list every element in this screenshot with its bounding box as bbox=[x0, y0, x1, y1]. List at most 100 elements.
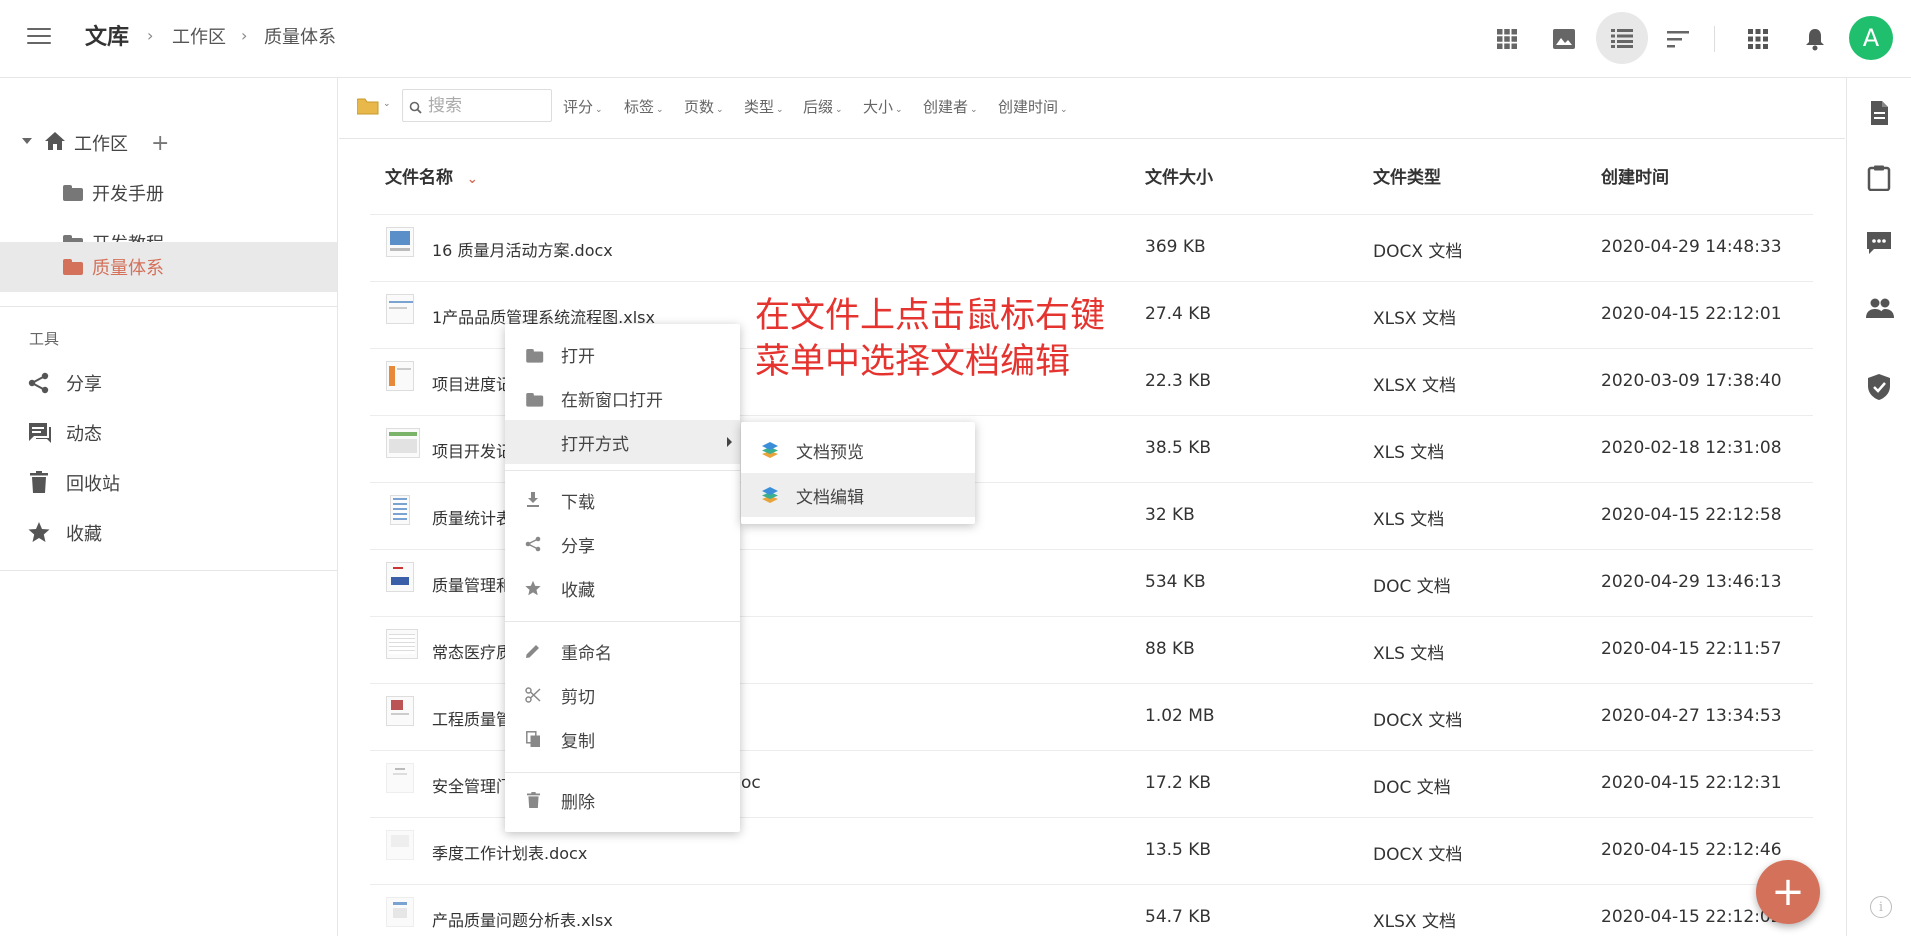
file-time: 2020-04-15 22:12:31 bbox=[1601, 773, 1782, 793]
file-size: 38.5 KB bbox=[1145, 438, 1212, 458]
download-icon bbox=[524, 491, 542, 509]
column-header-type[interactable]: 文件类型 bbox=[1373, 163, 1441, 188]
sidebar-item-dev-manual[interactable]: 开发手册 bbox=[0, 168, 337, 218]
menu-item-label: 剪切 bbox=[561, 687, 595, 708]
menu-item-label: 重命名 bbox=[561, 643, 612, 664]
menu-item-open-with[interactable]: 打开方式 bbox=[505, 420, 740, 464]
apps-icon[interactable] bbox=[1741, 22, 1775, 56]
file-time: 2020-04-29 14:48:33 bbox=[1601, 237, 1782, 257]
file-type: XLSX 文档 bbox=[1373, 309, 1456, 329]
activity-icon bbox=[28, 422, 52, 449]
submenu-item-edit[interactable]: 文档编辑 bbox=[741, 473, 975, 517]
sidebar-item-trash[interactable]: 回收站 bbox=[0, 458, 337, 508]
menu-divider bbox=[505, 772, 740, 773]
avatar[interactable]: A bbox=[1849, 16, 1893, 60]
menu-item-copy[interactable]: 复制 bbox=[505, 717, 740, 761]
filter-size[interactable]: 大小 ⌄ bbox=[863, 96, 903, 117]
filter-label: 创建者 bbox=[923, 98, 969, 116]
filter-creator[interactable]: 创建者 ⌄ bbox=[923, 96, 978, 117]
share-icon bbox=[524, 535, 542, 553]
folder-icon bbox=[524, 345, 544, 363]
file-size: 22.3 KB bbox=[1145, 371, 1212, 391]
menu-icon[interactable] bbox=[27, 28, 51, 48]
sort-icon[interactable] bbox=[1661, 22, 1695, 56]
grid-view-icon[interactable] bbox=[1490, 22, 1524, 56]
context-menu: 打开 在新窗口打开 打开方式 下载 分享 收藏 重命名 剪切 复制 删除 bbox=[505, 324, 740, 832]
folder-filter-dropdown[interactable]: ⌄ bbox=[356, 98, 391, 116]
submenu-item-preview[interactable]: 文档预览 bbox=[741, 428, 975, 472]
filter-created-time[interactable]: 创建时间 ⌄ bbox=[998, 96, 1068, 117]
file-time: 2020-03-09 17:38:40 bbox=[1601, 371, 1782, 391]
chevron-down-icon: ⌄ bbox=[970, 105, 978, 115]
menu-item-cut[interactable]: 剪切 bbox=[505, 673, 740, 717]
instruction-annotation: 在文件上点击鼠标右键 菜单中选择文档编辑 bbox=[755, 293, 1105, 385]
file-thumbnail bbox=[386, 629, 418, 659]
file-type: XLS 文档 bbox=[1373, 644, 1445, 664]
file-type: DOCX 文档 bbox=[1373, 711, 1463, 731]
menu-item-label: 分享 bbox=[561, 536, 595, 557]
menu-item-share[interactable]: 分享 bbox=[505, 522, 740, 566]
search-box[interactable] bbox=[402, 89, 552, 122]
folder-icon bbox=[63, 259, 83, 275]
search-input[interactable] bbox=[428, 94, 546, 117]
image-view-icon[interactable] bbox=[1547, 22, 1581, 56]
menu-divider bbox=[505, 621, 740, 622]
file-thumbnail bbox=[390, 495, 410, 525]
column-header-size[interactable]: 文件大小 bbox=[1145, 163, 1213, 188]
folder-icon bbox=[524, 389, 544, 407]
menu-item-open-new-window[interactable]: 在新窗口打开 bbox=[505, 376, 740, 420]
filter-pages[interactable]: 页数 ⌄ bbox=[684, 96, 724, 117]
file-name: 产品质量问题分析表.xlsx bbox=[432, 911, 613, 930]
caret-down-icon[interactable] bbox=[22, 138, 32, 144]
scissors-icon bbox=[524, 686, 542, 704]
filter-suffix[interactable]: 后缀 ⌄ bbox=[803, 96, 843, 117]
file-time: 2020-04-29 13:46:13 bbox=[1601, 572, 1782, 592]
home-icon bbox=[44, 131, 66, 156]
file-size: 1.02 MB bbox=[1145, 706, 1215, 726]
menu-item-label: 在新窗口打开 bbox=[561, 390, 663, 411]
menu-item-delete[interactable]: 删除 bbox=[505, 778, 740, 822]
shield-check-icon[interactable] bbox=[1866, 373, 1892, 400]
clipboard-icon[interactable] bbox=[1866, 165, 1892, 192]
menu-item-label: 收藏 bbox=[561, 580, 595, 601]
add-fab-button[interactable]: + bbox=[1756, 860, 1820, 924]
sort-down-icon[interactable]: ⌄ bbox=[467, 172, 478, 187]
menu-divider bbox=[505, 470, 740, 471]
document-icon[interactable] bbox=[1866, 100, 1892, 126]
info-icon[interactable]: i bbox=[1870, 896, 1892, 918]
table-row[interactable]: 16 质量月活动方案.docx 369 KB DOCX 文档 2020-04-2… bbox=[370, 215, 1813, 282]
breadcrumb-workspace[interactable]: 工作区 bbox=[172, 24, 226, 52]
file-name: 质量管理和 bbox=[432, 576, 513, 595]
comments-icon[interactable] bbox=[1866, 230, 1892, 256]
menu-item-download[interactable]: 下载 bbox=[505, 478, 740, 522]
brand-title[interactable]: 文库 bbox=[85, 24, 129, 52]
sidebar-item-label: 回收站 bbox=[66, 474, 120, 495]
menu-item-label: 删除 bbox=[561, 792, 595, 813]
sidebar-item-activity[interactable]: 动态 bbox=[0, 408, 337, 458]
filter-label: 标签 bbox=[624, 98, 655, 116]
file-name: 质量统计表 bbox=[432, 509, 513, 528]
file-name: 项目进度记 bbox=[432, 375, 513, 394]
menu-item-open[interactable]: 打开 bbox=[505, 332, 740, 376]
bell-icon[interactable] bbox=[1798, 22, 1832, 56]
column-header-time[interactable]: 创建时间 bbox=[1601, 163, 1669, 188]
people-icon[interactable] bbox=[1866, 296, 1894, 322]
menu-item-favorite[interactable]: 收藏 bbox=[505, 566, 740, 610]
file-type: DOCX 文档 bbox=[1373, 242, 1463, 262]
sidebar-item-favorites[interactable]: 收藏 bbox=[0, 508, 337, 558]
list-view-icon[interactable] bbox=[1596, 12, 1648, 64]
file-name: 季度工作计划表.docx bbox=[432, 844, 588, 863]
filter-type[interactable]: 类型 ⌄ bbox=[744, 96, 784, 117]
column-header-name[interactable]: 文件名称 ⌄ bbox=[385, 163, 478, 188]
filter-tags[interactable]: 标签 ⌄ bbox=[624, 96, 664, 117]
table-row[interactable]: 产品质量问题分析表.xlsx 54.7 KB XLSX 文档 2020-04-1… bbox=[370, 885, 1813, 936]
sidebar-item-share[interactable]: 分享 bbox=[0, 358, 337, 408]
filter-rating[interactable]: 评分 ⌄ bbox=[563, 96, 603, 117]
file-name: 安全管理门 bbox=[432, 777, 513, 796]
add-icon[interactable]: + bbox=[151, 131, 169, 156]
sidebar-item-workspace[interactable]: 工作区 + bbox=[0, 118, 337, 168]
menu-item-rename[interactable]: 重命名 bbox=[505, 629, 740, 673]
sidebar-item-quality[interactable]: 质量体系 bbox=[0, 242, 337, 292]
file-thumbnail bbox=[386, 294, 414, 324]
sidebar-item-label: 开发手册 bbox=[92, 184, 164, 205]
